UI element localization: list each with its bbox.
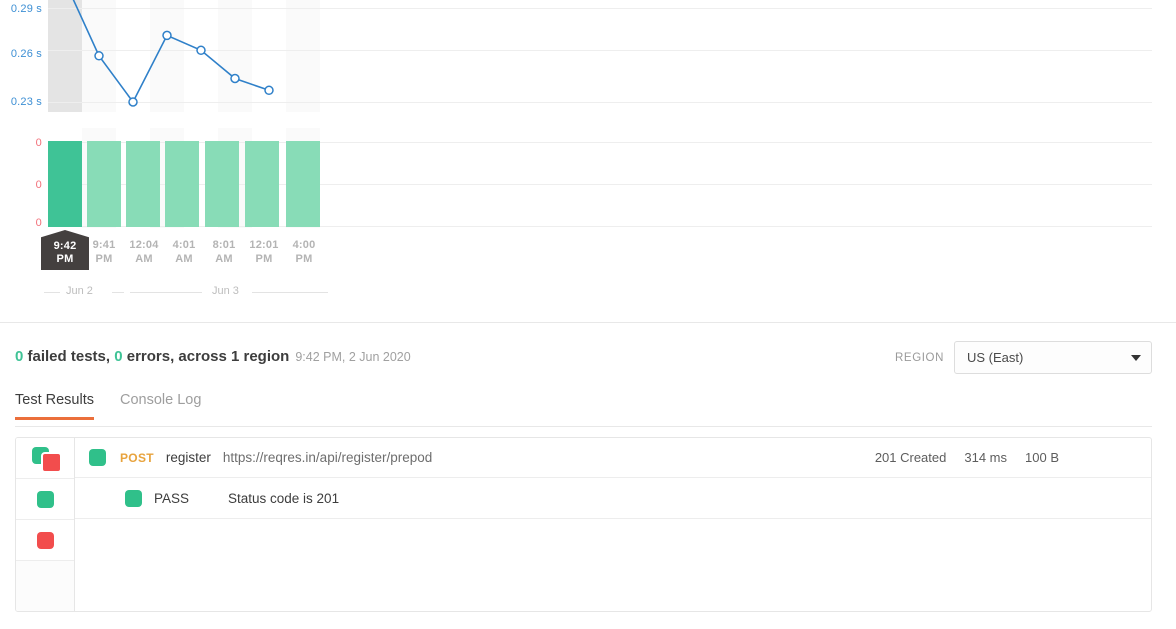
filter-rail-spacer (16, 561, 74, 611)
data-point[interactable] (264, 85, 274, 96)
region-selected-value: US (East) (967, 350, 1024, 365)
tick-time: 12:01 (249, 239, 279, 251)
date-group-label: Jun 3 (212, 285, 239, 297)
data-point[interactable] (230, 73, 240, 84)
tick-time: 4:00 (292, 239, 316, 251)
response-time-line-chart[interactable] (0, 0, 1176, 120)
bar[interactable] (48, 141, 82, 227)
assertion-description: Status code is 201 (228, 490, 340, 506)
tick-time: 12:04 (129, 239, 159, 251)
bar[interactable] (205, 141, 239, 227)
bar[interactable] (286, 141, 320, 227)
request-meta: 201 Created 314 ms 100 B (875, 450, 1151, 465)
green-square-icon (89, 449, 106, 466)
x-axis-tick[interactable]: 12:04 AM (122, 238, 166, 266)
tick-time: 9:41 (92, 239, 116, 251)
green-square-icon (125, 489, 142, 507)
request-method: POST (120, 450, 154, 465)
status-filter-rail (16, 438, 75, 611)
assertion-verdict: PASS (154, 490, 190, 506)
test-results-panel: POST register https://reqres.in/api/regi… (15, 437, 1152, 612)
date-group-label: Jun 2 (66, 285, 93, 297)
x-axis-tick[interactable]: 4:01 AM (162, 238, 206, 266)
region-filter: REGION US (East) (895, 341, 1152, 374)
bar-chart-y-tick: 0 (35, 217, 42, 229)
tick-meridiem: AM (175, 253, 193, 265)
x-axis-tick[interactable]: 9:41 PM (82, 238, 126, 266)
x-axis-tick[interactable]: 4:00 PM (282, 238, 326, 266)
tick-meridiem: AM (135, 253, 153, 265)
results-tabs: Test Results Console Log (15, 392, 227, 420)
tick-time: 8:01 (212, 239, 236, 251)
response-size: 100 B (1025, 450, 1059, 465)
filter-failed-button[interactable] (16, 520, 74, 561)
green-red-squares-icon (32, 447, 62, 473)
errors-label: errors, across (122, 348, 231, 365)
bar[interactable] (126, 141, 160, 227)
tick-meridiem: PM (255, 253, 273, 265)
results-list: POST register https://reqres.in/api/regi… (75, 438, 1151, 611)
table-row[interactable]: PASS Status code is 201 (75, 478, 1151, 519)
region-label: REGION (895, 351, 944, 364)
tab-console-log[interactable]: Console Log (120, 392, 201, 420)
chevron-down-icon (1131, 354, 1141, 361)
bar[interactable] (245, 141, 279, 227)
x-axis-tick[interactable]: 12:01 PM (242, 238, 286, 266)
filter-all-button[interactable] (16, 438, 74, 479)
data-point[interactable] (162, 30, 172, 41)
data-point[interactable] (196, 45, 206, 56)
charts-region: 0.29 s 0.26 s 0.23 s 0 0 0 9:42 PM 9:41 … (0, 0, 1176, 312)
section-divider (0, 322, 1176, 323)
x-axis-tick[interactable]: 8:01 AM (202, 238, 246, 266)
tick-meridiem: AM (215, 253, 233, 265)
bar-chart-y-tick: 0 (35, 179, 42, 191)
tabs-underline (15, 426, 1152, 427)
tick-meridiem: PM (95, 253, 113, 265)
green-square-icon (36, 490, 54, 508)
errors-count: 0 (114, 348, 123, 365)
run-timestamp: 9:42 PM, 2 Jun 2020 (295, 350, 411, 364)
filter-passed-button[interactable] (16, 479, 74, 520)
response-status: 201 Created (874, 450, 947, 465)
table-row[interactable]: POST register https://reqres.in/api/regi… (75, 438, 1151, 478)
regions-label: region (239, 348, 290, 365)
tab-test-results[interactable]: Test Results (15, 392, 94, 420)
response-time: 314 ms (964, 450, 1008, 465)
bar[interactable] (87, 141, 121, 227)
request-url: https://reqres.in/api/register/prepod (222, 450, 433, 465)
request-name: register (165, 450, 211, 465)
failed-label: failed tests, (23, 348, 115, 365)
bar-chart-y-tick: 0 (35, 137, 42, 149)
date-axis: Jun 2 Jun 3 (0, 285, 1176, 301)
tick-time: 4:01 (172, 239, 196, 251)
data-point[interactable] (128, 97, 138, 107)
region-select[interactable]: US (East) (954, 341, 1152, 374)
red-square-icon (36, 531, 54, 549)
tick-meridiem: PM (295, 253, 313, 265)
run-summary: 0 failed tests, 0 errors, across 1 regio… (15, 348, 411, 365)
data-point[interactable] (94, 51, 104, 61)
bar[interactable] (165, 141, 199, 227)
test-run-detail-page: 0.29 s 0.26 s 0.23 s 0 0 0 9:42 PM 9:41 … (0, 0, 1176, 629)
